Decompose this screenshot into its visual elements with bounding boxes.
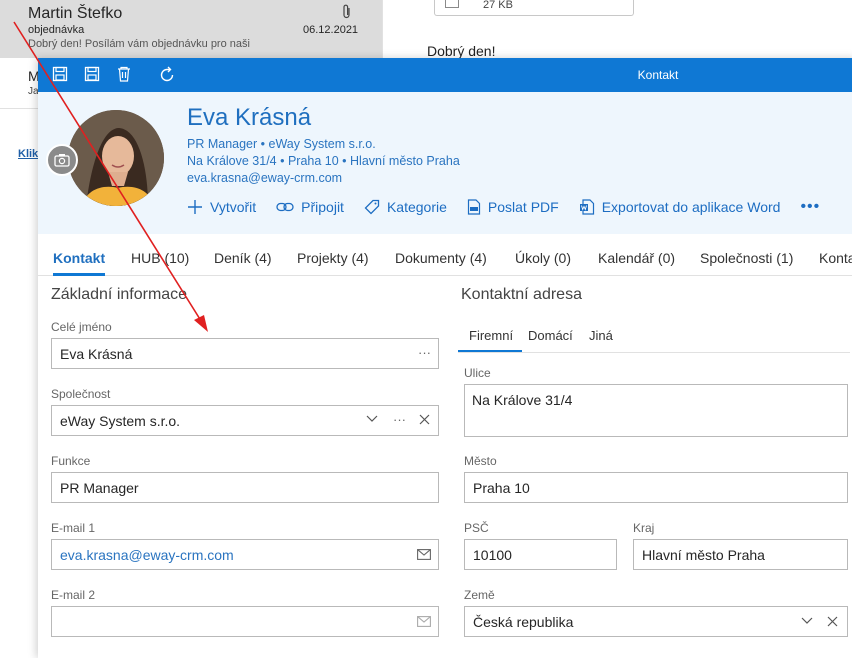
mail-sender: Martin Štefko [28, 5, 123, 22]
zip-label: PSČ [464, 521, 489, 535]
region-label: Kraj [633, 521, 655, 535]
refresh-icon[interactable] [158, 66, 176, 84]
function-label: Funkce [51, 454, 91, 468]
attach-label: Připojit [301, 199, 344, 215]
link-icon [276, 202, 294, 212]
contact-email-link[interactable]: eva.krasna@eway-crm.com [187, 171, 342, 185]
export-word-button[interactable]: Exportovat do aplikace Word [579, 199, 781, 215]
contact-name: Eva Krásná [187, 104, 312, 131]
company-field[interactable]: eWay System s.r.o. [51, 405, 439, 436]
plus-icon [188, 200, 202, 214]
company-value: eWay System s.r.o. [60, 413, 181, 429]
region-field[interactable]: Hlavní město Praha [633, 539, 848, 570]
email1-label: E-mail 1 [51, 521, 96, 535]
attach-button[interactable]: Připojit [276, 199, 344, 215]
more-icon[interactable]: ··· [418, 345, 431, 360]
create-button[interactable]: Vytvořit [187, 199, 256, 215]
tab-projects[interactable]: Projekty (4) [297, 250, 369, 266]
more-icon[interactable]: ··· [393, 412, 406, 427]
word-icon [579, 199, 594, 215]
tab-calendar[interactable]: Kalendář (0) [598, 250, 675, 266]
tab-hub[interactable]: HUB (10) [131, 250, 189, 266]
street-value: Na Králove 31/4 [472, 392, 573, 408]
city-field[interactable]: Praha 10 [464, 472, 848, 503]
email1-field[interactable]: eva.krasna@eway-crm.com [51, 539, 439, 570]
avatar[interactable] [68, 110, 164, 206]
tab-documents[interactable]: Dokumenty (4) [395, 250, 487, 266]
region-value: Hlavní město Praha [642, 547, 765, 563]
mail-list-item-selected[interactable]: Martin Štefko objednávka 06.12.2021 Dobr… [0, 0, 382, 58]
close-icon[interactable] [827, 615, 838, 630]
email1-value: eva.krasna@eway-crm.com [60, 547, 234, 563]
tab-bar: Kontakt HUB (10) Deník (4) Projekty (4) … [38, 234, 852, 276]
mail-list-item-subject: Ja [28, 86, 39, 97]
mail-icon[interactable] [417, 548, 431, 563]
camera-icon[interactable] [46, 144, 78, 176]
click-link[interactable]: Klik [18, 148, 38, 160]
attachment-card[interactable]: 27 KB [434, 0, 634, 16]
delete-icon[interactable] [116, 66, 134, 84]
subtab-business[interactable]: Firemní [469, 328, 513, 343]
address-subtabs: Firemní Domácí Jiná [458, 322, 850, 353]
street-field[interactable]: Na Králove 31/4 [464, 384, 848, 437]
contact-header: Eva Krásná PR Manager • eWay System s.r.… [38, 92, 852, 234]
contact-window: Kontakt Eva Krásná PR Manager • eWay Sys… [38, 58, 852, 658]
divider [0, 108, 40, 109]
chevron-down-icon[interactable] [801, 614, 813, 629]
paperclip-icon [342, 4, 352, 25]
contact-role-line[interactable]: PR Manager • eWay System s.r.o. [187, 137, 376, 151]
chevron-down-icon[interactable] [366, 412, 378, 427]
contact-address-title: Kontaktní adresa [461, 286, 582, 303]
mail-icon[interactable] [417, 615, 431, 630]
tag-icon [364, 199, 380, 215]
send-pdf-label: Poslat PDF [487, 199, 559, 215]
save-icon[interactable] [84, 66, 102, 84]
save-and-close-icon[interactable] [52, 66, 70, 84]
mail-body-greeting: Dobrý den! [427, 43, 496, 59]
tab-tasks[interactable]: Úkoly (0) [515, 250, 571, 266]
tab-accounts[interactable]: Konta [819, 250, 852, 266]
function-value: PR Manager [60, 480, 139, 496]
country-label: Země [464, 588, 495, 602]
full-name-field[interactable]: Eva Krásná [51, 338, 439, 369]
title-bar: Kontakt [38, 58, 852, 92]
city-value: Praha 10 [473, 480, 530, 496]
function-field[interactable]: PR Manager [51, 472, 439, 503]
zip-value: 10100 [473, 547, 512, 563]
tab-journal[interactable]: Deník (4) [214, 250, 272, 266]
email2-field[interactable] [51, 606, 439, 637]
mail-subject: objednávka [28, 24, 85, 36]
export-word-label: Exportovat do aplikace Word [601, 199, 781, 215]
action-bar: Vytvořit Připojit Kategorie Poslat PDF E… [187, 196, 820, 218]
active-subtab-indicator [458, 350, 522, 352]
country-value: Česká republika [473, 614, 574, 630]
city-label: Město [464, 454, 497, 468]
subtab-other[interactable]: Jiná [589, 328, 613, 343]
document-icon [445, 0, 459, 8]
full-name-label: Celé jméno [51, 320, 112, 334]
create-label: Vytvořit [210, 199, 257, 215]
category-label: Kategorie [386, 199, 447, 215]
full-name-value: Eva Krásná [60, 346, 133, 362]
company-label: Společnost [51, 387, 111, 401]
send-pdf-button[interactable]: Poslat PDF [467, 199, 559, 215]
street-label: Ulice [464, 366, 491, 380]
zip-field[interactable]: 10100 [464, 539, 617, 570]
basic-info-title: Základní informace [51, 286, 188, 303]
country-field[interactable]: Česká republika [464, 606, 848, 637]
active-tab-indicator [53, 273, 105, 276]
attachment-size: 27 KB [483, 0, 513, 11]
tab-contact[interactable]: Kontakt [53, 250, 105, 266]
mail-date: 06.12.2021 [303, 24, 359, 36]
mail-preview: Dobrý den! Posílám vám objednávku pro na… [28, 38, 250, 50]
pdf-icon [467, 199, 480, 215]
close-icon[interactable] [419, 413, 430, 428]
contact-address-line[interactable]: Na Králove 31/4 • Praha 10 • Hlavní měst… [187, 154, 460, 168]
tab-companies[interactable]: Společnosti (1) [700, 250, 793, 266]
more-actions-button[interactable]: ••• [800, 198, 820, 216]
category-button[interactable]: Kategorie [364, 199, 447, 215]
window-title: Kontakt [637, 68, 679, 82]
subtab-home[interactable]: Domácí [528, 328, 573, 343]
email2-label: E-mail 2 [51, 588, 96, 602]
